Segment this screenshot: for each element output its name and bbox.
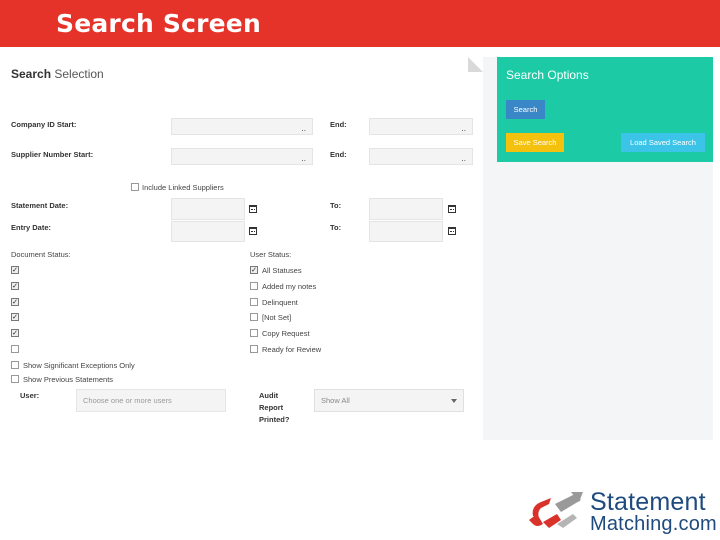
audit-report-label-line1: Audit xyxy=(259,391,279,400)
search-button[interactable]: Search xyxy=(506,100,545,119)
user-status-option-label: Copy Request xyxy=(262,329,310,339)
user-label: User: xyxy=(20,391,40,400)
audit-report-select[interactable]: Show All xyxy=(314,389,464,412)
document-status-label: Document Status: xyxy=(11,250,71,259)
include-linked-suppliers-label: Include Linked Suppliers xyxy=(142,183,224,192)
statement-date-label: Statement Date: xyxy=(11,201,69,210)
document-status-option-checkbox[interactable]: ✓ xyxy=(11,313,19,322)
statement-date-start-input[interactable] xyxy=(171,198,245,220)
user-status-option-label: Ready for Review xyxy=(262,345,322,354)
entry-date-label: Entry Date: xyxy=(11,223,52,232)
user-status-option-checkbox[interactable] xyxy=(250,297,258,306)
search-selection-panel: Search Selection Company ID Start: .. En… xyxy=(3,57,483,440)
load-saved-search-button[interactable]: Load Saved Search xyxy=(621,133,705,152)
lookup-icon[interactable]: .. xyxy=(462,154,466,163)
user-multiselect-input[interactable]: Choose one or more users xyxy=(76,389,226,412)
show-previous-statements-label: Show Previous Statements xyxy=(23,375,114,384)
company-id-end-input[interactable]: .. xyxy=(369,118,473,135)
search-options-panel: Search Options Search Save Search Load S… xyxy=(497,57,713,162)
user-placeholder: Choose one or more users xyxy=(83,396,172,405)
company-id-start-label: Company ID Start: xyxy=(11,120,77,129)
statement-date-to-label: To: xyxy=(330,201,342,210)
search-panel: Search Selection Company ID Start: .. En… xyxy=(3,57,713,440)
page-title: Search Screen xyxy=(56,9,261,38)
user-status-option-checkbox[interactable]: ✓ xyxy=(250,266,258,274)
document-status-option-checkbox[interactable]: ✓ xyxy=(11,297,19,306)
statement-matching-logo: Statement Matching.com xyxy=(527,488,717,535)
audit-report-label-line3: Printed? xyxy=(259,415,290,424)
user-status-option-checkbox[interactable] xyxy=(250,345,258,353)
entry-date-to-label: To: xyxy=(330,223,342,232)
user-status-option-checkbox[interactable] xyxy=(250,329,258,338)
user-status-option-checkbox[interactable] xyxy=(250,313,258,322)
lookup-icon[interactable]: .. xyxy=(302,124,306,133)
statement-date-end-input[interactable] xyxy=(369,198,443,220)
statement-matching-logo-icon xyxy=(529,492,583,528)
user-status-option-label: Added my notes xyxy=(262,281,317,291)
search-options-title: Search Options xyxy=(506,68,589,82)
supplier-number-end-input[interactable]: .. xyxy=(369,148,473,165)
lookup-icon[interactable]: .. xyxy=(302,154,306,163)
page-fold-corner xyxy=(468,57,483,72)
supplier-number-start-label: Supplier Number Start: xyxy=(11,150,94,159)
supplier-number-start-input[interactable]: .. xyxy=(171,148,313,165)
save-search-button[interactable]: Save Search xyxy=(506,133,564,152)
document-status-option-checkbox[interactable] xyxy=(11,345,19,353)
calendar-icon[interactable] xyxy=(448,227,456,235)
header-banner: Search Screen xyxy=(0,0,720,47)
document-status-option-checkbox[interactable]: ✓ xyxy=(11,281,19,290)
calendar-icon[interactable] xyxy=(249,227,257,235)
show-previous-statements-checkbox[interactable] xyxy=(11,375,19,383)
audit-report-select-value: Show All xyxy=(321,396,350,405)
user-status-option-label: All Statuses xyxy=(262,266,302,275)
document-status-option-checkbox[interactable]: ✓ xyxy=(11,266,19,274)
search-selection-title-strong: Search xyxy=(11,67,52,81)
logo-text-matching: Matching.com xyxy=(590,513,717,535)
include-linked-suppliers-checkbox[interactable] xyxy=(131,183,139,191)
document-status-option-checkbox[interactable]: ✓ xyxy=(11,329,19,338)
audit-report-label-line2: Report xyxy=(259,403,284,412)
company-id-end-label: End: xyxy=(330,120,347,129)
search-selection-title-rest: Selection xyxy=(51,67,104,81)
calendar-icon[interactable] xyxy=(249,205,257,213)
search-selection-title: Search Selection xyxy=(11,67,104,81)
user-status-option-label: Delinquent xyxy=(262,297,298,307)
entry-date-end-input[interactable] xyxy=(369,221,443,242)
company-id-start-input[interactable]: .. xyxy=(171,118,313,135)
user-status-option-label: [Not Set] xyxy=(262,313,292,323)
user-status-option-checkbox[interactable] xyxy=(250,281,258,290)
entry-date-start-input[interactable] xyxy=(171,221,245,242)
user-status-label: User Status: xyxy=(250,250,292,259)
lookup-icon[interactable]: .. xyxy=(462,124,466,133)
show-significant-exceptions-label: Show Significant Exceptions Only xyxy=(23,361,135,370)
show-significant-exceptions-checkbox[interactable] xyxy=(11,361,19,369)
supplier-number-end-label: End: xyxy=(330,150,347,159)
calendar-icon[interactable] xyxy=(448,205,456,213)
chevron-down-icon xyxy=(451,399,457,403)
